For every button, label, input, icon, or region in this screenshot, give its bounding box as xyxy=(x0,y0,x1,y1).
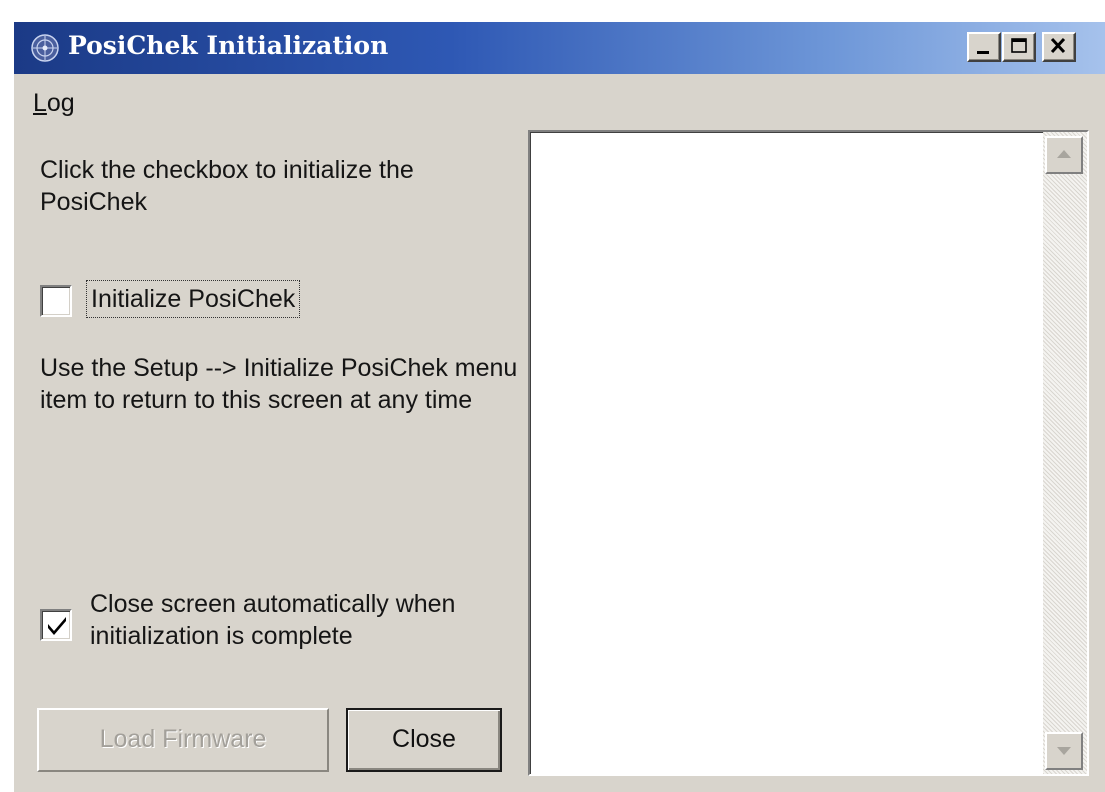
minimize-button[interactable] xyxy=(967,32,1001,62)
scroll-up-arrow-icon xyxy=(1057,150,1071,158)
auto-close-label[interactable]: Close screen automatically when initiali… xyxy=(90,588,510,652)
window-title: PosiChek Initialization xyxy=(68,31,389,60)
intro-instruction-text: Click the checkbox to initialize the Pos… xyxy=(40,156,414,216)
close-button[interactable]: Close xyxy=(346,708,502,772)
scroll-up-button[interactable] xyxy=(1045,136,1083,174)
initialize-posichek-label[interactable]: Initialize PosiChek xyxy=(86,280,301,318)
menu-bar: Log xyxy=(14,74,1105,122)
menu-log-accelerator: L xyxy=(33,89,47,117)
menu-log-label: og xyxy=(46,89,75,117)
scroll-down-arrow-icon xyxy=(1057,747,1071,755)
initialize-posichek-checkbox[interactable] xyxy=(40,285,72,317)
checkmark-icon xyxy=(48,617,66,635)
close-window-button[interactable] xyxy=(1042,32,1076,62)
posichek-initialization-window: PosiChek Initialization Log Click the ch… xyxy=(14,22,1105,792)
menu-log[interactable]: Log xyxy=(33,89,75,118)
maximize-icon xyxy=(1011,38,1027,53)
scroll-down-button[interactable] xyxy=(1045,732,1083,770)
return-instruction-text: Use the Setup --> Initialize PosiChek me… xyxy=(40,354,518,414)
log-output-panel[interactable] xyxy=(528,130,1089,776)
posichek-app-icon xyxy=(31,34,59,62)
maximize-button[interactable] xyxy=(1002,32,1036,62)
log-vertical-scrollbar[interactable] xyxy=(1043,132,1087,774)
close-icon xyxy=(1050,37,1066,54)
title-bar[interactable]: PosiChek Initialization xyxy=(14,22,1105,74)
minimize-icon xyxy=(977,51,989,54)
auto-close-checkbox[interactable] xyxy=(40,609,72,641)
load-firmware-button[interactable]: Load Firmware xyxy=(37,708,329,772)
